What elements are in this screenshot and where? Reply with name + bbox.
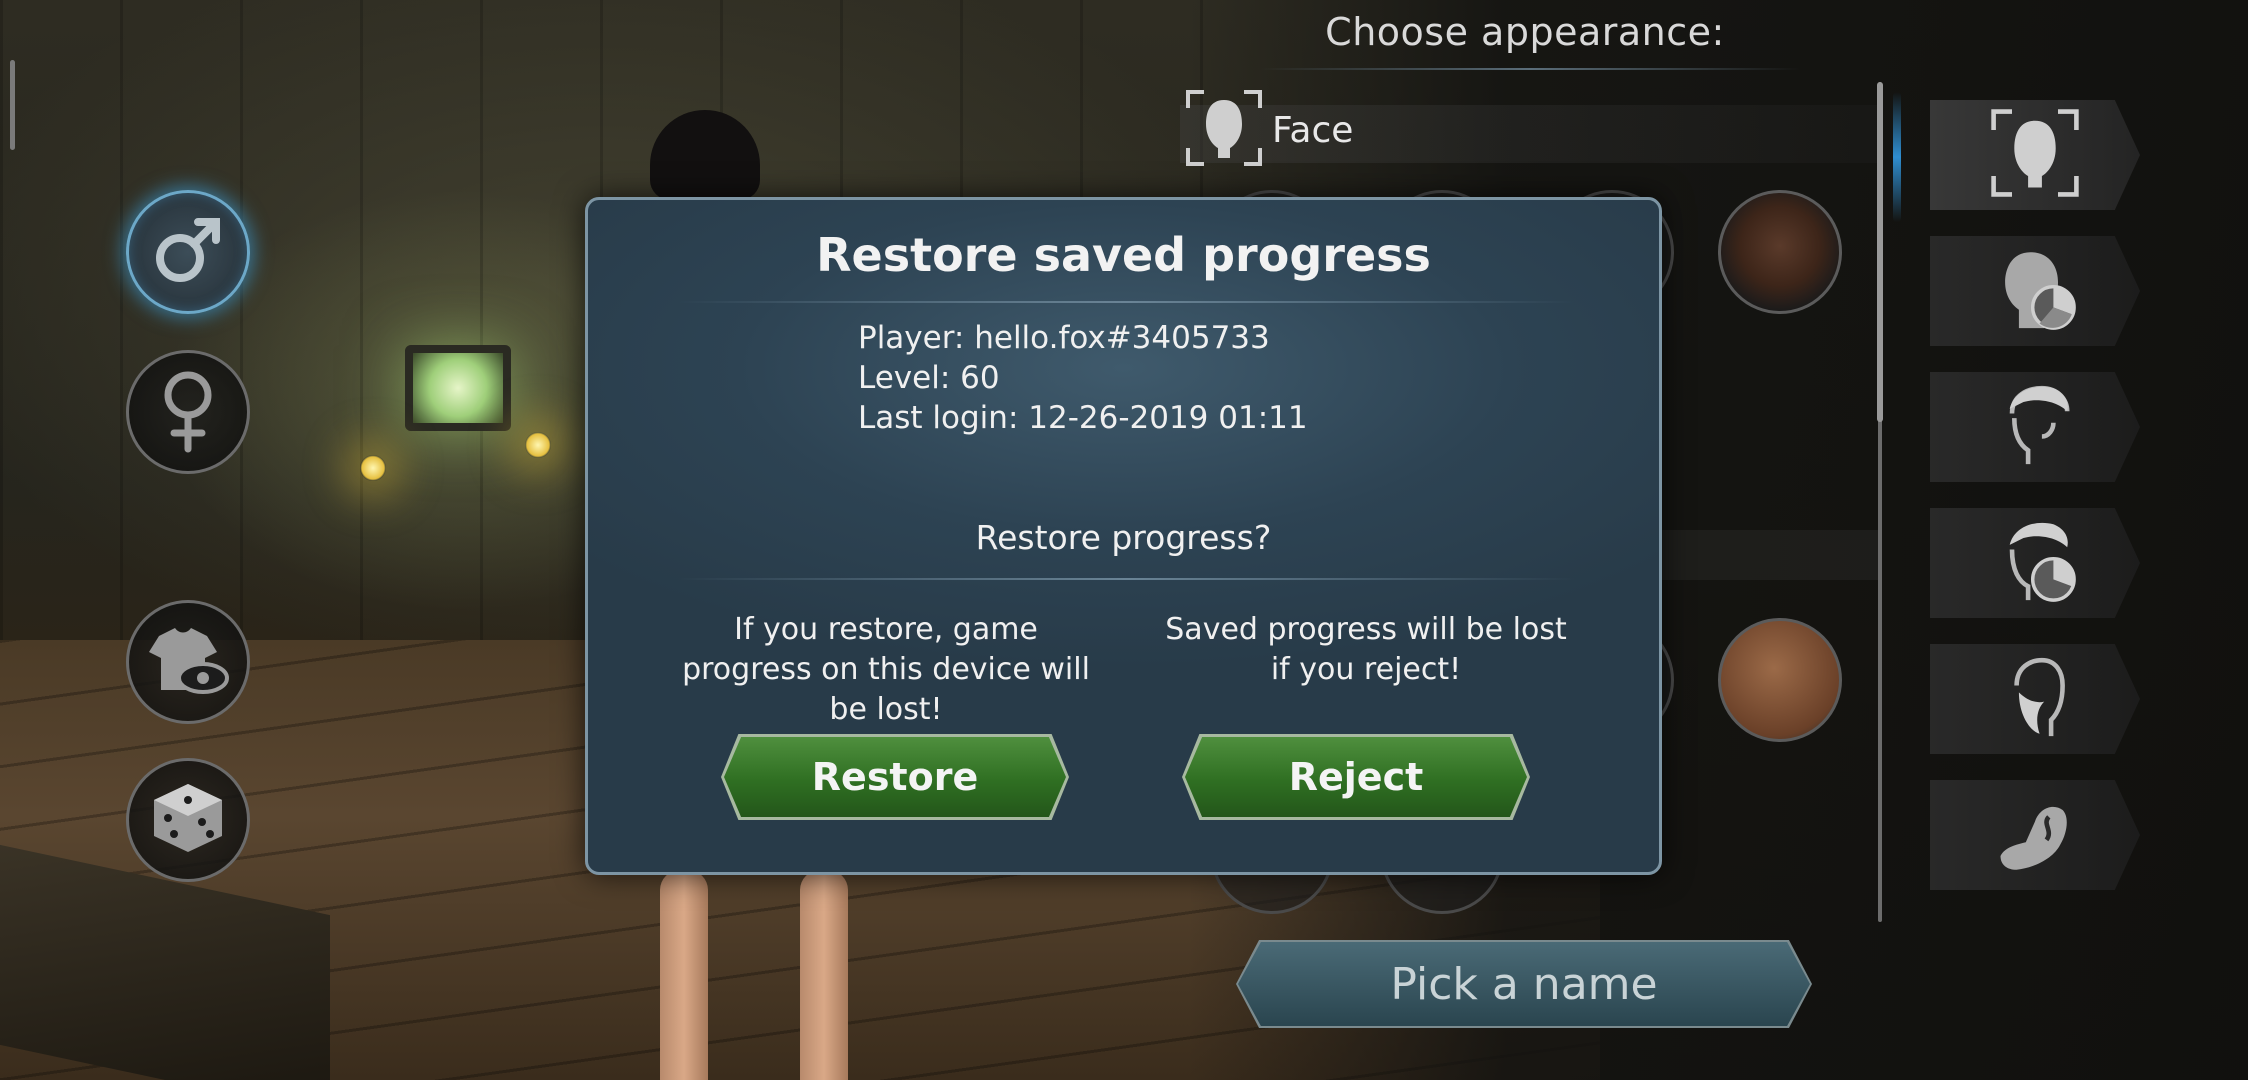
glowing-monitor: [405, 345, 511, 431]
tab-face[interactable]: [1930, 100, 2140, 210]
reject-button[interactable]: Reject: [1182, 734, 1530, 820]
character-leg: [660, 870, 708, 1080]
character-leg: [800, 870, 848, 1080]
lamp-light: [360, 455, 386, 481]
restore-progress-dialog: Restore saved progress Player: hello.fox…: [585, 197, 1662, 875]
beard-icon: [1989, 651, 2081, 747]
female-gender-button[interactable]: [126, 350, 250, 474]
male-symbol-icon: [148, 210, 228, 294]
appearance-title: Choose appearance:: [1325, 10, 1725, 54]
last-login: Last login: 12-26-2019 01:11: [858, 400, 1308, 436]
tattoo-arm-icon: [1989, 787, 2081, 883]
title-divider: [1260, 68, 1800, 70]
restore-question: Restore progress?: [975, 518, 1272, 557]
tab-hair-color[interactable]: [1930, 508, 2140, 618]
tab-hair[interactable]: [1930, 372, 2140, 482]
hair-icon: [1989, 379, 2081, 475]
dice-icon: [148, 778, 228, 862]
male-gender-button[interactable]: [126, 190, 250, 314]
randomize-button[interactable]: [126, 758, 250, 882]
restore-button[interactable]: Restore: [721, 734, 1069, 820]
face-scan-icon: [1184, 88, 1264, 172]
character-hair: [650, 110, 760, 200]
pick-name-button[interactable]: Pick a name: [1238, 942, 1810, 1026]
face-scan-icon: [1989, 107, 2081, 203]
category-header: Face: [1184, 88, 1353, 172]
title-divider: [678, 301, 1575, 303]
active-tab-indicator: [1893, 92, 1901, 222]
shirt-eye-icon: [145, 620, 231, 704]
category-label: Face: [1272, 109, 1354, 151]
face-option[interactable]: [1718, 190, 1842, 314]
tab-beard[interactable]: [1930, 644, 2140, 754]
tab-head-color[interactable]: [1930, 236, 2140, 346]
tab-tattoo[interactable]: [1930, 780, 2140, 890]
reject-warning: Saved progress will be lost if you rejec…: [1165, 612, 1567, 687]
restore-warning: If you restore, game progress on this de…: [682, 612, 1090, 727]
head-color-icon: [1989, 243, 2081, 339]
options-scrollbar-thumb[interactable]: [1877, 82, 1883, 422]
question-divider: [678, 578, 1575, 580]
player-id: Player: hello.fox#3405733: [858, 320, 1270, 356]
dialog-title: Restore saved progress: [816, 228, 1431, 282]
clothing-visibility-button[interactable]: [126, 600, 250, 724]
skin-option[interactable]: [1718, 618, 1842, 742]
reject-button-label[interactable]: Reject: [1185, 737, 1527, 817]
restore-button-label[interactable]: Restore: [724, 737, 1066, 817]
player-level: Level: 60: [858, 360, 1000, 396]
female-symbol-icon: [148, 365, 228, 459]
player-info: Player: hello.fox#3405733 Level: 60 Last…: [858, 318, 1308, 438]
left-scroll-indicator: [10, 60, 15, 150]
lamp-light: [525, 432, 551, 458]
hair-color-icon: [1989, 515, 2081, 611]
